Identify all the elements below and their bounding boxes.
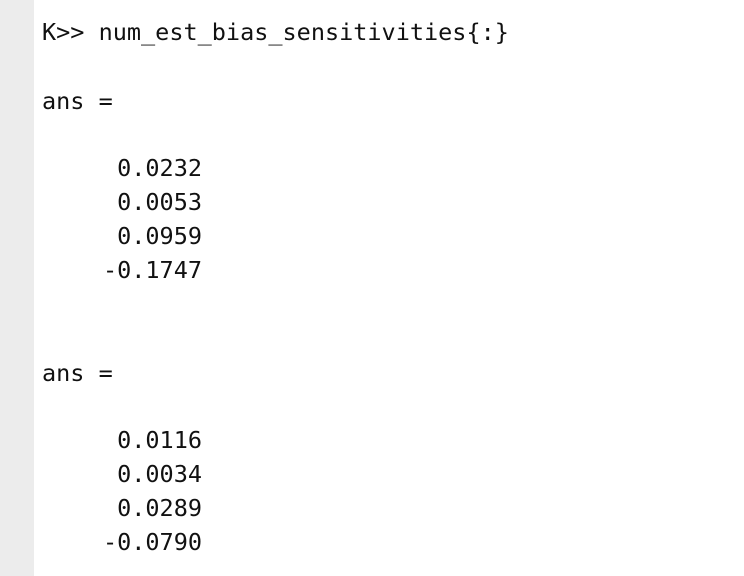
- left-gutter: [0, 0, 34, 576]
- value-row: 0.0232: [117, 154, 202, 182]
- command-line[interactable]: K>> num_est_bias_sensitivities{:}: [42, 15, 509, 49]
- command-window[interactable]: K>> num_est_bias_sensitivities{:} ans = …: [0, 0, 744, 576]
- ans-label-2: ans =: [42, 359, 113, 387]
- value-row: 0.0053: [117, 188, 202, 216]
- value-row: -0.1747: [102, 256, 202, 284]
- value-row: -0.0790: [102, 528, 202, 556]
- value-row: 0.0289: [117, 494, 202, 522]
- value-row: 0.0034: [117, 460, 202, 488]
- value-row: 0.0959: [117, 222, 202, 250]
- value-row: 0.0116: [117, 426, 202, 454]
- ans-label-1: ans =: [42, 87, 113, 115]
- console-output[interactable]: K>> num_est_bias_sensitivities{:} ans = …: [42, 0, 744, 576]
